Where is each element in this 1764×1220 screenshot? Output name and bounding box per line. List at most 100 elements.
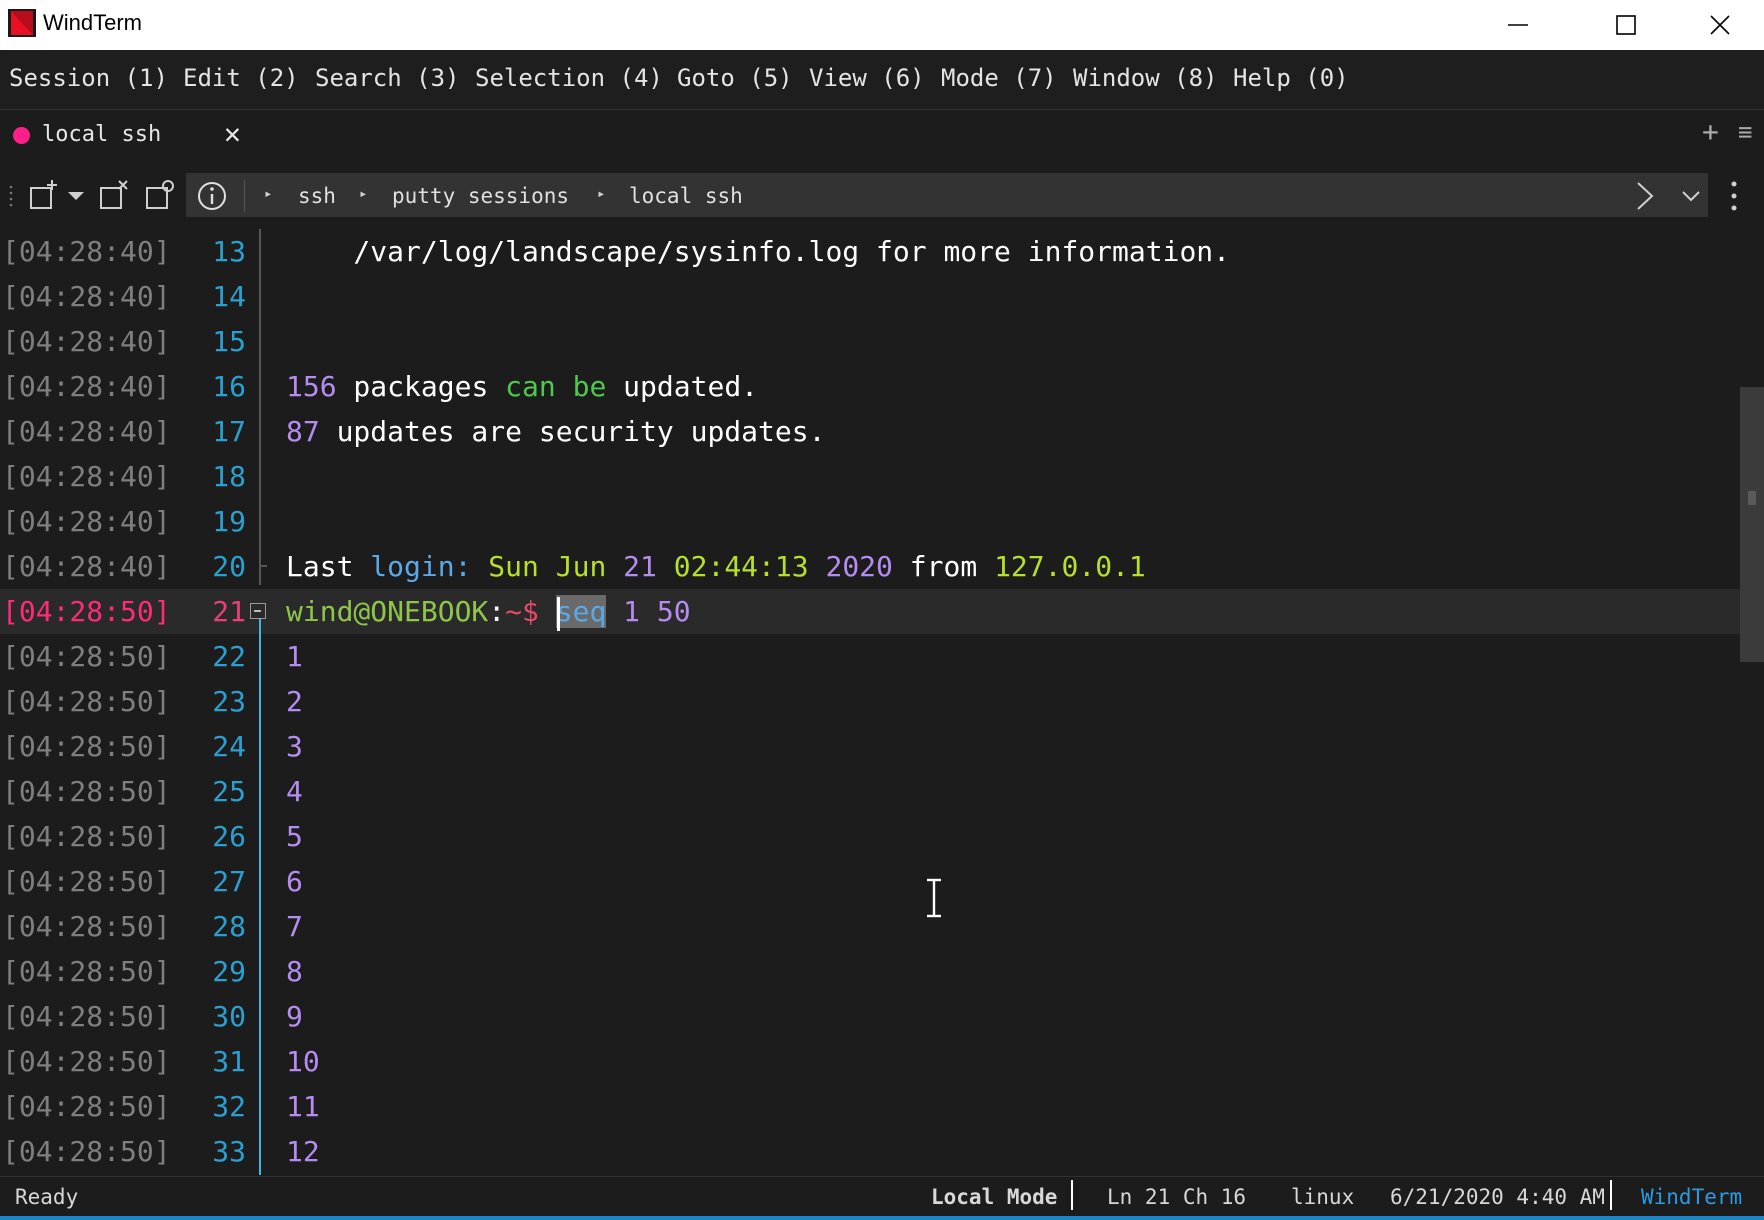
chevron-down-icon[interactable]: [1680, 186, 1702, 206]
more-options-icon[interactable]: [1728, 178, 1740, 214]
menu-help[interactable]: Help (0): [1233, 64, 1349, 92]
maximize-icon: [1616, 15, 1636, 35]
status-app-name[interactable]: WindTerm: [1641, 1185, 1742, 1209]
line-number: 15: [212, 325, 246, 358]
text-segment: packages: [336, 370, 506, 403]
close-window-button[interactable]: [1690, 0, 1750, 50]
tab-menu-icon[interactable]: ≡: [1738, 120, 1752, 144]
terminal-line[interactable]: [04:28:50] 24 3: [0, 724, 1740, 769]
text-segment: can: [505, 370, 556, 403]
terminal-line[interactable]: [04:28:50] 22 1: [0, 634, 1740, 679]
menu-selection[interactable]: Selection (4): [475, 64, 663, 92]
close-session-icon[interactable]: [98, 178, 130, 212]
line-number: 29: [212, 955, 246, 988]
line-timestamp: [04:28:40]: [2, 235, 171, 268]
terminal-line[interactable]: [04:28:50] 26 5: [0, 814, 1740, 859]
line-number: 21: [212, 595, 246, 628]
menu-edit[interactable]: Edit (2): [183, 64, 299, 92]
menu-session[interactable]: Session (1): [9, 64, 168, 92]
terminal-line[interactable]: [04:28:50] 30 9: [0, 994, 1740, 1039]
maximize-button[interactable]: [1596, 0, 1656, 50]
text-segment: updates are security updates.: [319, 415, 826, 448]
minimize-icon: [1508, 24, 1528, 26]
text-segment: 3: [286, 730, 303, 763]
terminal-line[interactable]: [04:28:40] 17 87 updates are security upda…: [0, 409, 1740, 454]
terminal-line[interactable]: [04:28:40] 16 156 packages can be updated.: [0, 364, 1740, 409]
line-number: 27: [212, 865, 246, 898]
chevron-right-icon[interactable]: [1634, 180, 1656, 212]
terminal-line[interactable]: [04:28:40] 15: [0, 319, 1740, 364]
line-timestamp: [04:28:40]: [2, 505, 171, 538]
breadcrumb-arrow-icon: ▸: [264, 186, 273, 202]
text-segment: /var/log/landscape/sysinfo.log for more …: [286, 235, 1231, 268]
status-os[interactable]: linux: [1291, 1185, 1354, 1209]
line-number: 28: [212, 910, 246, 943]
minimize-button[interactable]: [1488, 0, 1548, 50]
line-content: 10: [286, 1039, 320, 1084]
line-timestamp: [04:28:50]: [2, 1135, 171, 1168]
fold-end-marker: [259, 565, 267, 567]
text-segment: 2: [286, 685, 303, 718]
breadcrumb-item-local-ssh[interactable]: local ssh: [629, 184, 743, 208]
menu-mode[interactable]: Mode (7): [941, 64, 1057, 92]
text-segment: 21: [623, 550, 657, 583]
line-number: 23: [212, 685, 246, 718]
terminal-line[interactable]: [04:28:40] 19: [0, 499, 1740, 544]
tab-local-ssh[interactable]: local ssh: [42, 122, 161, 147]
text-segment: 127.0.0.1: [994, 550, 1146, 583]
duplicate-session-icon[interactable]: [144, 178, 176, 212]
terminal-line[interactable]: [04:28:50] 23 2: [0, 679, 1740, 724]
selected-text: seq: [555, 595, 607, 628]
breadcrumb-item-ssh[interactable]: ssh: [298, 184, 336, 208]
new-tab-icon[interactable]: +: [1702, 118, 1719, 146]
fold-toggle-icon[interactable]: [250, 603, 266, 619]
status-separator: [1610, 1180, 1612, 1210]
text-segment: :: [488, 595, 506, 628]
status-mode[interactable]: Local Mode: [931, 1185, 1057, 1209]
line-number: 31: [212, 1045, 246, 1078]
text-segment: ~$: [505, 595, 556, 628]
menu-view[interactable]: View (6): [809, 64, 925, 92]
terminal-line[interactable]: [04:28:40] 13 /var/log/landscape/sysinfo.…: [0, 229, 1740, 274]
line-timestamp: [04:28:50]: [2, 955, 171, 988]
text-segment: 1 50: [606, 595, 691, 628]
terminal-line[interactable]: [04:28:50] 25 4: [0, 769, 1740, 814]
text-segment: 10: [286, 1045, 320, 1078]
line-number: 33: [212, 1135, 246, 1168]
vertical-scrollbar[interactable]: [1740, 387, 1764, 662]
new-session-icon[interactable]: [28, 178, 88, 212]
toolbar-grip-icon[interactable]: [8, 182, 14, 210]
terminal-line[interactable]: [04:28:50] 29 8: [0, 949, 1740, 994]
text-segment: 5: [286, 820, 303, 853]
terminal-line[interactable]: [04:28:50] 33 12: [0, 1129, 1740, 1174]
tab-close-icon[interactable]: ✕: [224, 120, 241, 148]
menu-search[interactable]: Search (3): [315, 64, 460, 92]
breadcrumb-arrow-icon: ▸: [597, 186, 606, 202]
status-cursor-position[interactable]: Ln 21 Ch 16: [1107, 1185, 1246, 1209]
line-content: 6: [286, 859, 303, 904]
terminal-line[interactable]: [04:28:50] 31 10: [0, 1039, 1740, 1084]
menu-goto[interactable]: Goto (5): [677, 64, 793, 92]
terminal-output[interactable]: [04:28:40] 1 3 /var/log/landscape/sysinfo.…: [0, 229, 1764, 1175]
menu-window[interactable]: Window (8): [1073, 64, 1218, 92]
line-number: 14: [212, 280, 246, 313]
line-timestamp: [04:28:50]: [2, 775, 171, 808]
status-datetime: 6/21/2020 4:40 AM: [1390, 1185, 1605, 1209]
text-segment: wind@ONEBOOK: [286, 595, 489, 628]
status-ready: Ready: [15, 1185, 79, 1209]
fold-gutter-line: [259, 229, 261, 585]
terminal-line[interactable]: [04:28:50] 28 7: [0, 904, 1740, 949]
breadcrumb-item-putty-sessions[interactable]: putty sessions: [392, 184, 569, 208]
line-timestamp: [04:28:50]: [2, 730, 171, 763]
terminal-line[interactable]: [04:28:50] 32 11: [0, 1084, 1740, 1129]
terminal-line[interactable]: [04:28:40] 14: [0, 274, 1740, 319]
tab-bar: [0, 110, 1764, 171]
terminal-line[interactable]: [04:28:40] 18: [0, 454, 1740, 499]
text-segment: 8: [286, 955, 303, 988]
info-icon[interactable]: [196, 180, 228, 212]
line-timestamp: [04:28:50]: [2, 910, 171, 943]
text-cursor-icon: [927, 878, 941, 918]
terminal-line[interactable]: [04:28:50] 27 6: [0, 859, 1740, 904]
line-timestamp: [04:28:50]: [2, 685, 171, 718]
text-segment: 1: [286, 640, 303, 673]
